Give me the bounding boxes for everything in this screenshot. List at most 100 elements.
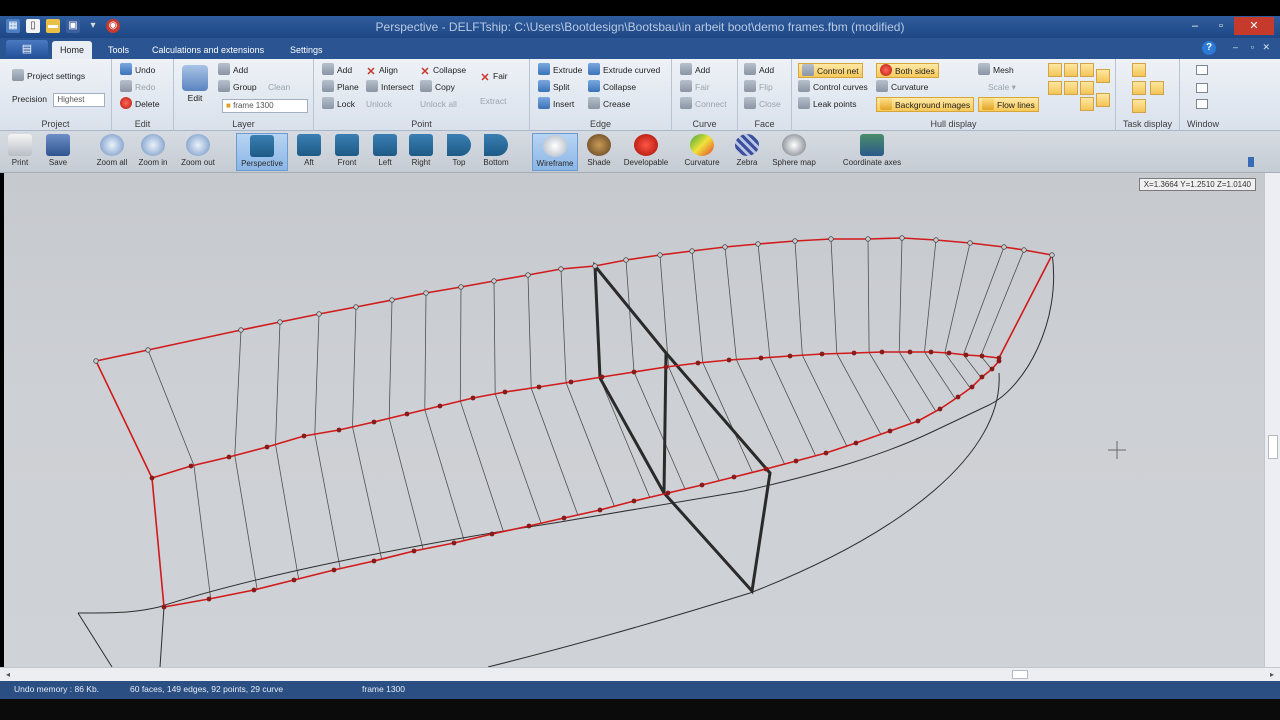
window-tile-icon[interactable] bbox=[1196, 83, 1208, 93]
vertical-scrollbar[interactable] bbox=[1264, 173, 1280, 667]
curve-fair-button[interactable]: Fair bbox=[680, 80, 710, 95]
wireframe-button[interactable]: Wireframe bbox=[532, 133, 578, 171]
layer-edit-button[interactable]: Edit bbox=[180, 65, 210, 103]
horizontal-scroll-thumb[interactable] bbox=[1012, 670, 1028, 679]
hull-wireframe[interactable] bbox=[4, 173, 1264, 667]
tab-settings[interactable]: Settings bbox=[282, 41, 331, 59]
point-copy-button[interactable]: Copy bbox=[420, 80, 455, 95]
display-tile-icon[interactable] bbox=[1064, 63, 1078, 77]
print-button[interactable]: Print bbox=[4, 133, 36, 171]
face-flip-button[interactable]: Flip bbox=[744, 80, 773, 95]
point-extract-button[interactable]: Extract bbox=[480, 94, 506, 109]
display-tile-icon[interactable] bbox=[1048, 63, 1062, 77]
task-tile-icon[interactable] bbox=[1150, 81, 1164, 95]
edge-split-button[interactable]: Split bbox=[538, 80, 570, 95]
background-images-toggle[interactable]: Background images bbox=[876, 97, 975, 112]
curve-add-button[interactable]: Add bbox=[680, 63, 710, 78]
zoom-out-button[interactable]: Zoom out bbox=[176, 133, 220, 171]
maximize-icon[interactable]: ▫ bbox=[1208, 17, 1234, 35]
aft-view-button[interactable]: Aft bbox=[292, 133, 326, 171]
tab-calculations[interactable]: Calculations and extensions bbox=[144, 41, 272, 59]
close-icon[interactable]: ✕ bbox=[1234, 17, 1274, 35]
scroll-left-icon[interactable]: ◂ bbox=[2, 669, 14, 680]
layer-group-button[interactable]: Group bbox=[218, 80, 257, 95]
control-point bbox=[915, 418, 921, 424]
shade-icon bbox=[587, 134, 611, 156]
flow-lines-toggle[interactable]: Flow lines bbox=[978, 97, 1039, 112]
edge-insert-button[interactable]: Insert bbox=[538, 97, 574, 112]
undo-button[interactable]: Undo bbox=[120, 63, 155, 78]
curve-connect-button[interactable]: Connect bbox=[680, 97, 727, 112]
point-fair-button[interactable]: ✕ Fair bbox=[480, 69, 507, 84]
perspective-view-button[interactable]: Perspective bbox=[236, 133, 288, 171]
leak-points-toggle[interactable]: Leak points bbox=[798, 97, 856, 112]
display-tile-icon[interactable] bbox=[1080, 63, 1094, 77]
bottom-view-button[interactable]: Bottom bbox=[478, 133, 514, 171]
display-tile-icon[interactable] bbox=[1080, 97, 1094, 111]
face-add-button[interactable]: Add bbox=[744, 63, 774, 78]
window-cascade-icon[interactable] bbox=[1196, 65, 1208, 75]
mesh-toggle[interactable]: Mesh bbox=[978, 63, 1014, 78]
redo-button[interactable]: Redo bbox=[120, 80, 155, 95]
vertical-scroll-thumb[interactable] bbox=[1268, 435, 1278, 459]
front-view-button[interactable]: Front bbox=[330, 133, 364, 171]
coordinate-axes-button[interactable]: Coordinate axes bbox=[836, 133, 908, 171]
shade-button[interactable]: Shade bbox=[582, 133, 616, 171]
developable-button[interactable]: Developable bbox=[620, 133, 672, 171]
point-collapse-button[interactable]: ✕ Collapse bbox=[420, 63, 466, 78]
save-button[interactable]: Save bbox=[40, 133, 76, 171]
minimize-icon[interactable]: – bbox=[1182, 17, 1208, 35]
curvature-toggle[interactable]: Curvature bbox=[876, 80, 928, 95]
point-align-button[interactable]: ✕ Align bbox=[366, 63, 398, 78]
task-tile-icon[interactable] bbox=[1132, 81, 1146, 95]
ribbon-restore-icon[interactable]: ▫ bbox=[1251, 42, 1254, 52]
edge-extrude-button[interactable]: Extrude bbox=[538, 63, 582, 78]
layer-clean-button[interactable]: Clean bbox=[268, 80, 290, 95]
display-tile-icon[interactable] bbox=[1080, 81, 1094, 95]
edge-extrude-curved-button[interactable]: Extrude curved bbox=[588, 63, 660, 78]
control-net-toggle[interactable]: Control net bbox=[798, 63, 863, 78]
point-unlock-all-button[interactable]: Unlock all bbox=[420, 97, 457, 112]
display-tile-icon[interactable] bbox=[1096, 93, 1110, 107]
zebra-button[interactable]: Zebra bbox=[730, 133, 764, 171]
display-tile-icon[interactable] bbox=[1096, 69, 1110, 83]
point-intersect-button[interactable]: Intersect bbox=[366, 80, 414, 95]
left-view-button[interactable]: Left bbox=[368, 133, 402, 171]
pin-icon[interactable] bbox=[1248, 157, 1254, 167]
tab-home[interactable]: Home bbox=[52, 41, 93, 59]
zoom-all-button[interactable]: Zoom all bbox=[92, 133, 132, 171]
point-plane-button[interactable]: Plane bbox=[322, 80, 359, 95]
active-layer-select[interactable]: ■ frame 1300 bbox=[222, 99, 308, 113]
ribbon-minimize-icon[interactable]: – bbox=[1233, 42, 1238, 52]
edge-crease-button[interactable]: Crease bbox=[588, 97, 630, 112]
display-tile-icon[interactable] bbox=[1048, 81, 1062, 95]
control-curves-toggle[interactable]: Control curves bbox=[798, 80, 868, 95]
curvature-button[interactable]: Curvature bbox=[680, 133, 724, 171]
zoom-in-button[interactable]: Zoom in bbox=[134, 133, 172, 171]
scroll-right-icon[interactable]: ▸ bbox=[1266, 669, 1278, 680]
edge-collapse-button[interactable]: Collapse bbox=[588, 80, 636, 95]
perspective-viewport[interactable]: X=1.3664 Y=1.2510 Z=1.0140 bbox=[4, 173, 1264, 667]
precision-select[interactable]: Highest bbox=[53, 93, 106, 107]
top-view-button[interactable]: Top bbox=[442, 133, 476, 171]
face-close-button[interactable]: Close bbox=[744, 97, 781, 112]
sphere-map-button[interactable]: Sphere map bbox=[768, 133, 820, 171]
point-add-button[interactable]: Add bbox=[322, 63, 352, 78]
help-icon[interactable]: ? bbox=[1202, 41, 1216, 55]
task-tile-icon[interactable] bbox=[1132, 99, 1146, 113]
tab-tools[interactable]: Tools bbox=[100, 41, 137, 59]
window-arrange-icon[interactable] bbox=[1196, 99, 1208, 109]
project-settings-button[interactable]: Project settings bbox=[12, 69, 85, 84]
application-menu-button[interactable]: ▤ bbox=[6, 40, 48, 58]
point-lock-button[interactable]: Lock bbox=[322, 97, 355, 112]
right-view-button[interactable]: Right bbox=[404, 133, 438, 171]
both-sides-toggle[interactable]: Both sides bbox=[876, 63, 939, 78]
display-tile-icon[interactable] bbox=[1064, 81, 1078, 95]
scale-select[interactable]: Scale ▾ bbox=[988, 80, 1016, 95]
point-unlock-button[interactable]: Unlock bbox=[366, 97, 392, 112]
delete-button[interactable]: Delete bbox=[120, 97, 160, 112]
task-tile-icon[interactable] bbox=[1132, 63, 1146, 77]
ribbon-close-icon[interactable]: ✕ bbox=[1262, 42, 1270, 53]
layer-add-button[interactable]: Add bbox=[218, 63, 248, 78]
horizontal-scrollbar[interactable]: ◂ ▸ bbox=[0, 667, 1280, 681]
